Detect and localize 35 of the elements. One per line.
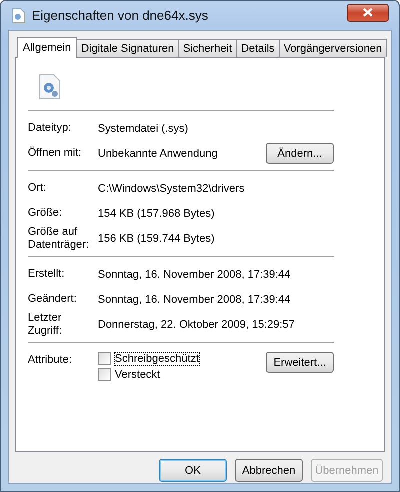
field-label: Öffnen mit: xyxy=(28,147,83,160)
field-label: Ort: xyxy=(28,182,48,195)
field-label: Dateityp: xyxy=(28,122,72,135)
field-value: Donnerstag, 22. Oktober 2009, 15:29:57 xyxy=(98,319,296,331)
close-button[interactable] xyxy=(347,4,389,22)
field-value: Sonntag, 16. November 2008, 17:39:44 xyxy=(98,268,292,280)
gear-file-icon xyxy=(38,74,62,100)
window-title: Eigenschaften von dne64x.sys xyxy=(32,8,210,23)
field-label: Größe: xyxy=(28,207,64,220)
checkbox[interactable] xyxy=(98,368,111,381)
tab[interactable]: Vorgängerversionen xyxy=(278,39,388,57)
dialog-button[interactable]: OK xyxy=(159,459,227,482)
checkbox-label: Schreibgeschützt xyxy=(115,352,200,364)
field-label: Attribute: xyxy=(28,353,74,367)
field-label: Erstellt: xyxy=(28,268,66,281)
close-icon xyxy=(363,8,373,17)
field-label: Letzter Zugriff: xyxy=(28,312,64,338)
checkbox-label: Versteckt xyxy=(115,368,160,380)
tab[interactable]: Details xyxy=(236,39,280,57)
tab[interactable]: Digitale Signaturen xyxy=(76,39,180,57)
field-value: Systemdatei (.sys) xyxy=(98,122,190,134)
tab[interactable]: Sicherheit xyxy=(178,39,238,57)
field-value: Unbekannte Anwendung xyxy=(98,148,219,160)
checkbox[interactable] xyxy=(98,352,111,365)
field-value: Sonntag, 16. November 2008, 17:39:44 xyxy=(98,294,292,306)
field-value: C:\Windows\System32\drivers xyxy=(98,182,246,194)
change-button[interactable]: Ändern... xyxy=(266,143,334,164)
field-value: 154 KB (157.968 Bytes) xyxy=(98,208,216,220)
tab[interactable]: Allgemein xyxy=(17,37,78,58)
field-label: Größe auf Datenträger: xyxy=(28,226,90,252)
dialog-button[interactable]: Abbrechen xyxy=(235,459,303,482)
file-icon xyxy=(12,8,26,24)
advanced-button[interactable]: Erweitert... xyxy=(266,352,334,373)
field-label: Geändert: xyxy=(28,293,78,306)
field-value: 156 KB (159.744 Bytes) xyxy=(98,233,216,245)
